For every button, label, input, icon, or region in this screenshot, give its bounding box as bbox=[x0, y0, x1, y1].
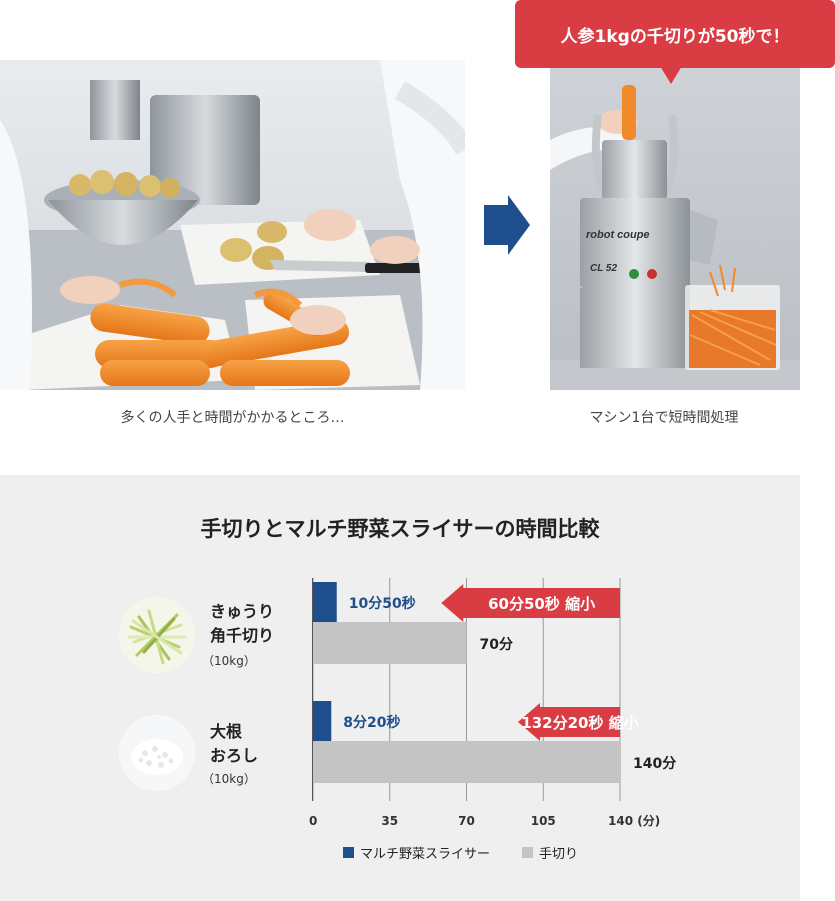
hand-bar bbox=[313, 741, 620, 783]
right-photo-caption: マシン1台で短時間処理 bbox=[589, 410, 739, 426]
hand-bar bbox=[313, 622, 467, 664]
hand-bar-label: 140分 bbox=[633, 756, 676, 772]
machine-brand: robot coupe bbox=[586, 229, 650, 241]
x-tick-label: 140 (分) bbox=[608, 813, 660, 828]
machine-model: CL 52 bbox=[590, 263, 617, 274]
machine-bar-label: 10分50秒 bbox=[349, 595, 416, 612]
row1-name-line1: きゅうり bbox=[210, 602, 275, 621]
legend-label-hand: 手切り bbox=[539, 847, 579, 862]
row1-name-line2: 角千切り bbox=[210, 626, 275, 645]
reduction-label: 60分50秒 縮小 bbox=[488, 595, 595, 613]
chart-legend: マルチ野菜スライサー 手切り bbox=[343, 843, 610, 862]
legend-item-hand: 手切り bbox=[522, 843, 578, 862]
red-button-icon bbox=[647, 269, 657, 279]
radish-thumbnail bbox=[119, 715, 195, 791]
green-button-icon bbox=[629, 269, 639, 279]
row2-name-line1: 大根 bbox=[210, 722, 243, 741]
legend-item-machine: マルチ野菜スライサー bbox=[343, 843, 490, 862]
row2-qty: （10kg） bbox=[202, 772, 256, 786]
machine-bar bbox=[313, 582, 337, 622]
machine-bar-label: 8分20秒 bbox=[343, 714, 400, 731]
comparison-title: 手切りとマルチ野菜スライサーの時間比較 bbox=[200, 517, 600, 541]
legend-swatch-machine bbox=[343, 847, 354, 858]
hand-bar-label: 70分 bbox=[480, 637, 513, 653]
cucumber-thumbnail bbox=[119, 597, 195, 673]
left-photo-caption: 多くの人手と時間がかかるところ… bbox=[120, 410, 345, 426]
legend-label-machine: マルチ野菜スライサー bbox=[360, 847, 491, 862]
x-tick-label: 35 bbox=[381, 814, 398, 828]
x-tick-label: 105 bbox=[531, 814, 556, 828]
row2-name-line2: おろし bbox=[210, 746, 259, 765]
bubble-tail bbox=[660, 66, 682, 84]
machine-bar bbox=[313, 701, 332, 741]
kitchen-photo bbox=[0, 60, 465, 390]
machine-photo: robot coupe CL 52 bbox=[550, 60, 800, 390]
reduction-label: 132分20秒 縮小 bbox=[521, 714, 638, 732]
time-comparison-chart: 0 35 70 105 140 (分) 70分 10分50秒 60分50秒 縮小 140分 8分2… bbox=[309, 578, 676, 828]
row1-qty: （10kg） bbox=[202, 654, 256, 668]
highlight-bubble: 人参1kgの千切りが50秒で！ bbox=[515, 0, 835, 68]
x-tick-label: 0 bbox=[309, 814, 317, 828]
legend-swatch-hand bbox=[522, 847, 534, 858]
x-tick-label: 70 bbox=[458, 814, 475, 828]
right-arrow-icon bbox=[484, 195, 530, 259]
